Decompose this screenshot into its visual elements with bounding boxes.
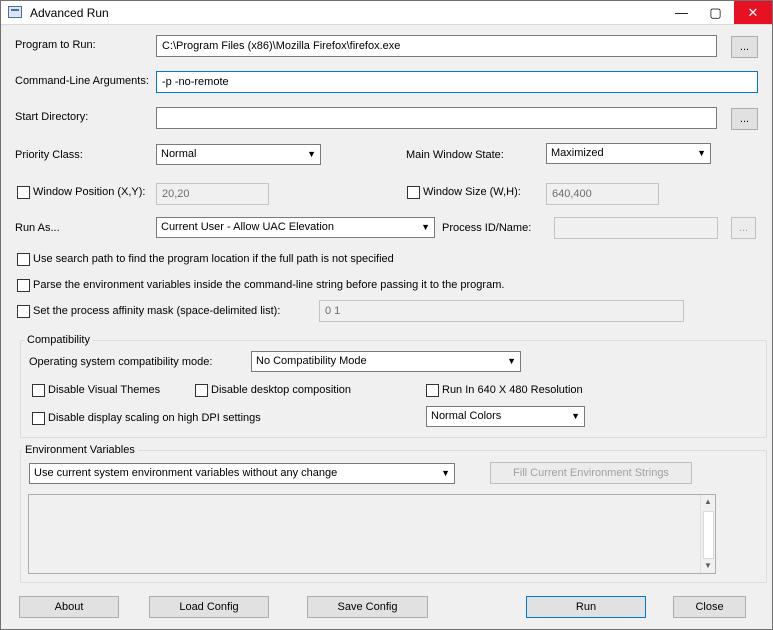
window-position-field[interactable]: 20,20 [156,183,269,205]
environment-scrollbar[interactable]: ▲ ▼ [700,495,715,573]
program-label: Program to Run: [15,39,96,51]
priority-value: Normal [161,148,197,160]
run-640x480-label: Run In 640 X 480 Resolution [442,384,583,396]
priority-dropdown[interactable]: Normal ▼ [156,144,321,165]
os-mode-value: No Compatibility Mode [256,355,367,367]
window-title: Advanced Run [30,6,109,20]
run-as-dropdown[interactable]: Current User - Allow UAC Elevation ▼ [156,217,435,238]
args-label: Command-Line Arguments: [15,75,149,87]
run-button[interactable]: Run [526,596,646,618]
load-config-button[interactable]: Load Config [149,596,269,618]
about-button[interactable]: About [19,596,119,618]
chevron-down-icon: ▼ [421,222,430,232]
process-id-browse-button[interactable]: ... [731,217,756,239]
process-id-label: Process ID/Name: [442,222,532,234]
window-size-checkbox[interactable] [407,186,420,199]
chevron-down-icon: ▼ [697,148,706,158]
window-state-label: Main Window State: [406,149,504,161]
environment-text-area[interactable]: ▲ ▼ [28,494,716,574]
window-state-dropdown[interactable]: Maximized ▼ [546,143,711,164]
disable-dpi-scaling-checkbox[interactable] [32,412,45,425]
parse-env-checkbox[interactable] [17,279,30,292]
scroll-up-icon[interactable]: ▲ [701,495,715,509]
run-as-label: Run As... [15,222,60,234]
disable-dpi-scaling-label: Disable display scaling on high DPI sett… [48,412,261,424]
chevron-down-icon: ▼ [307,149,316,159]
window-state-value: Maximized [551,147,604,159]
disable-visual-themes-label: Disable Visual Themes [48,384,161,396]
close-icon: ✕ [747,5,759,20]
affinity-label: Set the process affinity mask (space-del… [33,305,281,317]
window-position-checkbox[interactable] [17,186,30,199]
chevron-down-icon: ▼ [571,411,580,421]
affinity-field[interactable]: 0 1 [319,300,684,322]
search-path-checkbox[interactable] [17,253,30,266]
window-size-field[interactable]: 640,400 [546,183,659,205]
compatibility-group-title: Compatibility [24,334,93,346]
search-path-label: Use search path to find the program loca… [33,253,394,265]
priority-label: Priority Class: [15,149,83,161]
start-directory-field[interactable] [156,107,717,129]
window-position-label: Window Position (X,Y): [33,186,146,198]
app-window-icon [8,6,22,18]
close-window-button[interactable]: ✕ [734,1,772,24]
maximize-button[interactable]: ▢ [699,1,732,24]
chevron-down-icon: ▼ [441,468,450,478]
chevron-down-icon: ▼ [507,356,516,366]
save-config-button[interactable]: Save Config [307,596,428,618]
scroll-down-icon[interactable]: ▼ [701,559,715,573]
start-directory-label: Start Directory: [15,111,89,123]
close-button[interactable]: Close [673,596,746,618]
env-mode-value: Use current system environment variables… [34,467,338,479]
parse-env-label: Parse the environment variables inside t… [33,279,505,291]
color-mode-value: Normal Colors [431,410,502,422]
run-640x480-checkbox[interactable] [426,384,439,397]
scroll-thumb[interactable] [703,511,714,559]
window-size-label: Window Size (W,H): [423,186,521,198]
disable-desktop-composition-label: Disable desktop composition [211,384,352,396]
maximize-icon: ▢ [709,5,722,20]
process-id-field[interactable] [554,217,718,239]
affinity-checkbox[interactable] [17,305,30,318]
os-mode-label: Operating system compatibility mode: [29,356,213,368]
args-field[interactable]: -p -no-remote [156,71,758,93]
minimize-button[interactable]: — [665,1,698,24]
minimize-icon: — [675,5,688,20]
os-mode-dropdown[interactable]: No Compatibility Mode ▼ [251,351,521,372]
disable-desktop-composition-checkbox[interactable] [195,384,208,397]
env-mode-dropdown[interactable]: Use current system environment variables… [29,463,455,484]
advanced-run-window: Advanced Run — ▢ ✕ Program to Run: C:\Pr… [0,0,773,630]
run-as-value: Current User - Allow UAC Elevation [161,221,335,233]
disable-visual-themes-checkbox[interactable] [32,384,45,397]
environment-group-title: Environment Variables [22,444,138,456]
program-path-field[interactable]: C:\Program Files (x86)\Mozilla Firefox\f… [156,35,717,57]
title-bar[interactable]: Advanced Run — ▢ ✕ [1,1,772,25]
start-directory-browse-button[interactable]: ... [731,108,758,130]
color-mode-dropdown[interactable]: Normal Colors ▼ [426,406,585,427]
program-browse-button[interactable]: ... [731,36,758,58]
fill-environment-button[interactable]: Fill Current Environment Strings [490,462,692,484]
